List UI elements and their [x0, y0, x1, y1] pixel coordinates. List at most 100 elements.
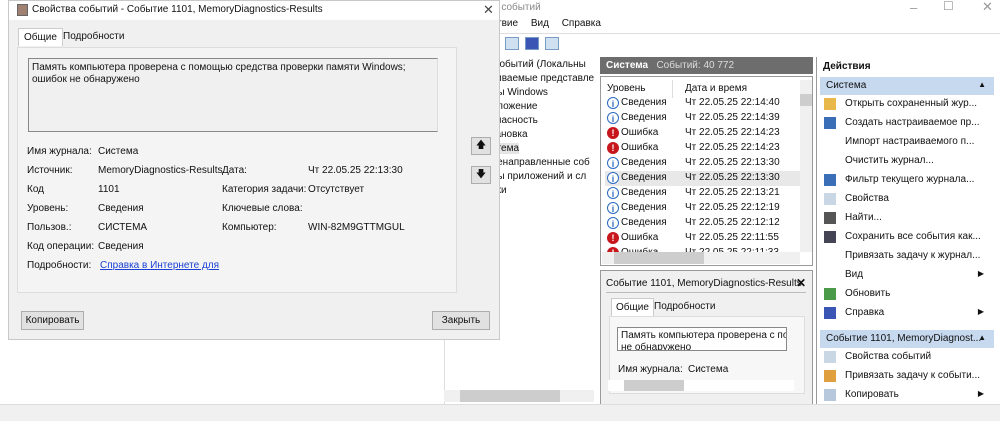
- tree-item[interactable]: еренаправленные соб: [486, 157, 590, 168]
- event-row[interactable]: i Сведения Чт 22.05.25 22:14:39: [605, 111, 800, 126]
- properties-icon: [824, 193, 836, 205]
- event-count: Событий: 40 772: [656, 60, 735, 71]
- event-date: Чт 22.05.25 22:14:23: [685, 142, 780, 153]
- event-description: Память компьютера проверена с помощью ср…: [28, 58, 438, 132]
- event-row[interactable]: ! Ошибка Чт 22.05.25 22:14:23: [605, 141, 800, 156]
- menu-help[interactable]: Справка: [562, 18, 601, 29]
- source-label: Источник:: [27, 165, 73, 176]
- preview-hscrollbar[interactable]: [608, 380, 794, 391]
- menu-view[interactable]: Вид: [531, 18, 549, 29]
- event-row[interactable]: ! Ошибка Чт 22.05.25 22:14:23: [605, 126, 800, 141]
- event-row[interactable]: ! Ошибка Чт 22.05.25 22:11:55: [605, 231, 800, 246]
- event-row[interactable]: i Сведения Чт 22.05.25 22:13:30: [605, 171, 800, 186]
- copy-button[interactable]: Копировать: [21, 311, 84, 330]
- action-label: Вид: [845, 269, 864, 280]
- list-vscrollbar[interactable]: [800, 80, 812, 252]
- action-item[interactable]: Найти...: [822, 209, 992, 227]
- tree-item[interactable]: заиваемые представле: [486, 73, 594, 84]
- code-label: Код: [27, 184, 45, 195]
- action-item[interactable]: Свойства событий: [822, 348, 992, 366]
- log-name: Система: [606, 60, 649, 71]
- event-date: Чт 22.05.25 22:13:21: [685, 187, 780, 198]
- tree-item[interactable]: р событий (Локальны: [486, 59, 586, 70]
- action-item[interactable]: Создать настраиваемое пр...: [822, 114, 992, 132]
- action-item[interactable]: Импорт настраиваемого п...: [822, 133, 992, 151]
- next-event-button[interactable]: 🡇: [471, 166, 491, 184]
- toolbar: [505, 37, 565, 53]
- action-label: Свойства событий: [845, 351, 932, 362]
- event-row[interactable]: i Сведения Чт 22.05.25 22:13:21: [605, 186, 800, 201]
- action-item[interactable]: Обновить: [822, 285, 992, 303]
- action-label: Открыть сохраненный жур...: [845, 98, 978, 109]
- info-icon: i: [607, 217, 619, 229]
- level-value: Сведения: [98, 203, 144, 214]
- user-label: Пользов.:: [27, 222, 72, 233]
- action-label: Очистить журнал...: [845, 155, 934, 166]
- action-label: Справка: [845, 307, 885, 318]
- event-level: Сведения: [621, 187, 667, 198]
- minimize-button[interactable]: –: [910, 0, 917, 15]
- action-label: Создать настраиваемое пр...: [845, 117, 980, 128]
- actions-section-event[interactable]: Событие 1101, MemoryDiagnost... ▲: [820, 330, 994, 348]
- column-date[interactable]: Дата и время: [685, 83, 747, 94]
- preview-tab-details[interactable]: Подробности: [654, 301, 715, 312]
- preview-log-label: Имя журнала:: [618, 364, 683, 375]
- event-row[interactable]: i Сведения Чт 22.05.25 22:12:12: [605, 216, 800, 231]
- event-date: Чт 22.05.25 22:14:40: [685, 97, 780, 108]
- submenu-arrow-icon: ▶: [977, 307, 984, 316]
- dialog-titlebar: Свойства событий - Событие 1101, MemoryD…: [9, 1, 499, 20]
- show-hide-tree-icon[interactable]: [505, 37, 519, 50]
- event-row[interactable]: i Сведения Чт 22.05.25 22:14:40: [605, 96, 800, 111]
- action-item[interactable]: Копировать ▶: [822, 386, 992, 404]
- action-item[interactable]: Привязать задачу к событи...: [822, 367, 992, 385]
- info-icon: i: [607, 97, 619, 109]
- maximize-button[interactable]: ☐: [943, 0, 954, 13]
- tab-general[interactable]: Общие: [18, 28, 63, 46]
- info-icon: i: [607, 112, 619, 124]
- event-row[interactable]: i Сведения Чт 22.05.25 22:12:19: [605, 201, 800, 216]
- folder-icon: [824, 98, 836, 110]
- previous-event-button[interactable]: 🡅: [471, 137, 491, 155]
- list-hscrollbar[interactable]: [602, 252, 800, 264]
- actions-section-system[interactable]: Система ▲: [820, 77, 994, 95]
- show-action-pane-icon[interactable]: [545, 37, 559, 50]
- preview-tab-general[interactable]: Общие: [611, 298, 654, 316]
- action-item[interactable]: Привязать задачу к журнал...: [822, 247, 992, 265]
- action-item[interactable]: Сохранить все события как...: [822, 228, 992, 246]
- event-row[interactable]: i Сведения Чт 22.05.25 22:13:30: [605, 156, 800, 171]
- error-icon: !: [607, 127, 619, 139]
- help-icon[interactable]: [525, 37, 539, 50]
- event-date: Чт 22.05.25 22:12:12: [685, 217, 780, 228]
- action-item[interactable]: Вид ▶: [822, 266, 992, 284]
- dialog-title: Свойства событий - Событие 1101, MemoryD…: [32, 4, 323, 15]
- action-item[interactable]: Открыть сохраненный жур...: [822, 95, 992, 113]
- close-preview-button[interactable]: ✕: [796, 276, 806, 290]
- tree-item[interactable]: алы приложений и сл: [486, 171, 586, 182]
- dialog-close-icon[interactable]: ✕: [483, 2, 494, 18]
- info-icon: i: [607, 157, 619, 169]
- action-item[interactable]: Свойства: [822, 190, 992, 208]
- online-help-link[interactable]: Справка в Интернете для: [100, 260, 219, 271]
- error-icon: !: [607, 142, 619, 154]
- action-item[interactable]: Фильтр текущего журнала...: [822, 171, 992, 189]
- close-button[interactable]: Закрыть: [432, 311, 490, 330]
- column-level[interactable]: Уровень: [607, 83, 646, 94]
- level-label: Уровень:: [27, 203, 69, 214]
- properties-icon: [824, 351, 836, 363]
- tree-hscrollbar[interactable]: [444, 390, 594, 402]
- filter-icon: [824, 174, 836, 186]
- event-date: Чт 22.05.25 22:11:55: [685, 232, 779, 243]
- find-icon: [824, 212, 836, 224]
- action-label: Сохранить все события как...: [845, 231, 981, 242]
- action-item[interactable]: Справка ▶: [822, 304, 992, 322]
- preview-description: Память компьютера проверена с помо не обн…: [617, 327, 787, 351]
- window-title: р событий: [493, 2, 541, 13]
- action-item[interactable]: Очистить журнал...: [822, 152, 992, 170]
- category-value: Отсутствует: [308, 184, 365, 195]
- source-value: MemoryDiagnostics-Results: [98, 165, 223, 176]
- save-icon: [824, 231, 836, 243]
- close-window-button[interactable]: ✕: [982, 0, 993, 15]
- actions-title: Действия: [823, 61, 871, 72]
- action-label: Свойства: [845, 193, 889, 204]
- tab-details[interactable]: Подробности: [63, 31, 124, 42]
